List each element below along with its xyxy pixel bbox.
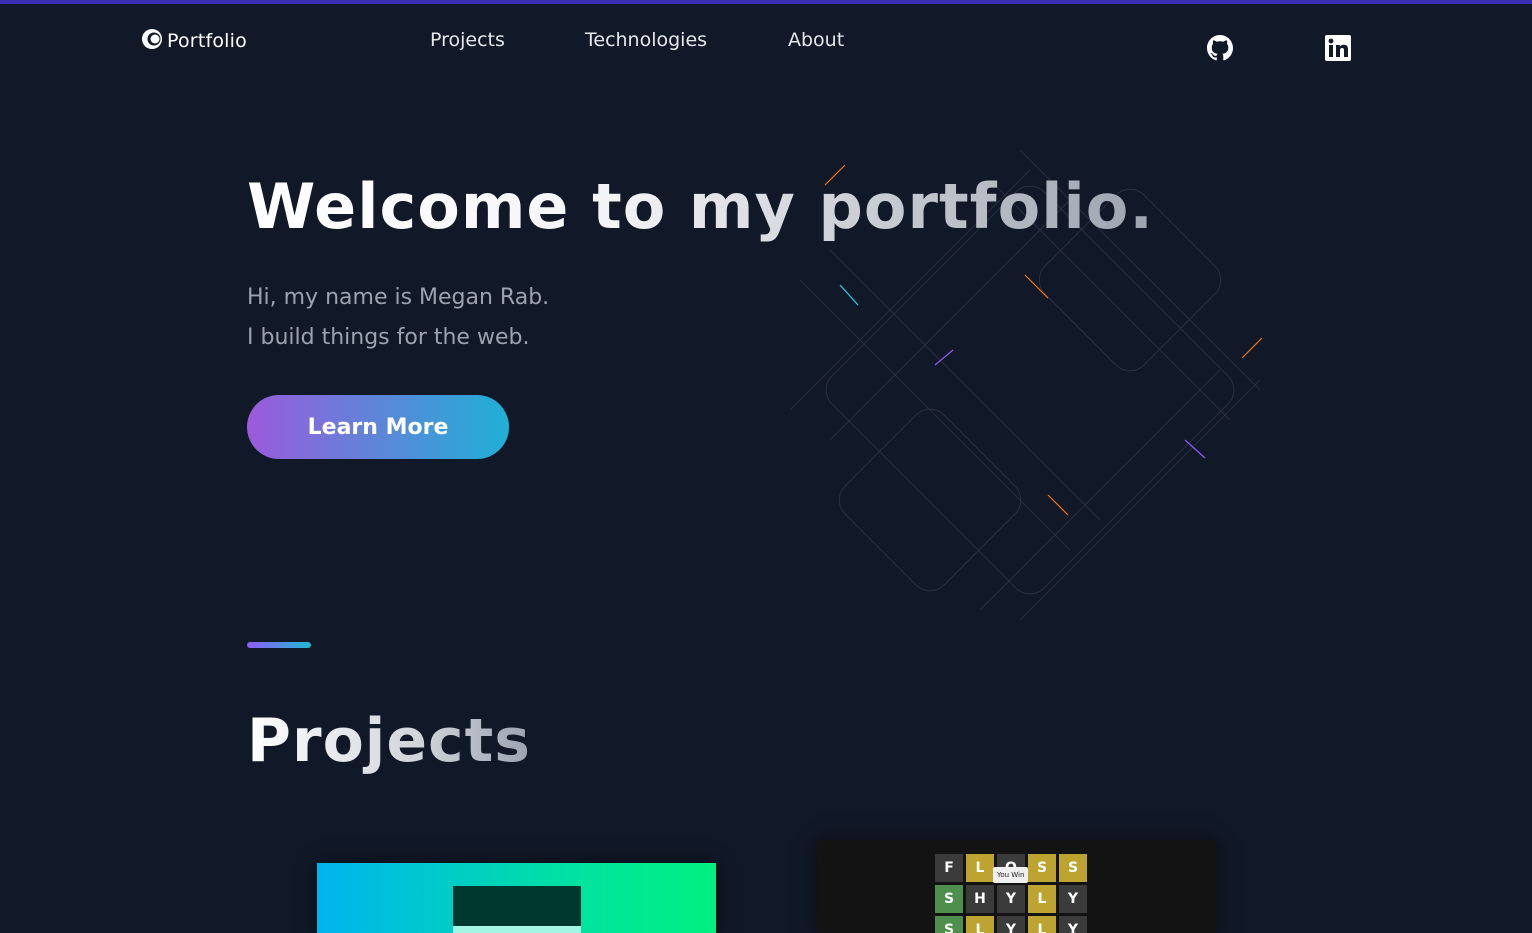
project-thumbnail-panel [453, 886, 581, 926]
word-tile: Y [1059, 885, 1087, 913]
word-tile: S [935, 885, 963, 913]
project-thumbnail-strip [453, 926, 581, 933]
github-icon [1207, 35, 1233, 65]
word-tile: S [935, 916, 963, 933]
hero-tagline: I build things for the web. [247, 325, 530, 350]
word-tile: Y [997, 916, 1025, 933]
word-tile: L [966, 854, 994, 882]
nav-technologies[interactable]: Technologies [585, 29, 707, 51]
you-win-popup: You Win [993, 867, 1029, 883]
word-tile: L [1028, 916, 1056, 933]
logo-text: Portfolio [167, 30, 247, 52]
logo[interactable]: Portfolio [141, 28, 247, 54]
hero-title: Welcome to my portfolio. [247, 170, 1154, 243]
projects-heading: Projects [247, 706, 532, 776]
word-tile: Y [997, 885, 1025, 913]
section-divider [247, 642, 311, 648]
learn-more-button[interactable]: Learn More [247, 395, 509, 459]
word-tile: Y [1059, 916, 1087, 933]
hero-intro-line: Hi, my name is Megan Rab. [247, 285, 550, 310]
word-tile: L [1028, 885, 1056, 913]
word-tile: H [966, 885, 994, 913]
nav-about[interactable]: About [788, 29, 844, 51]
word-tile: S [1059, 854, 1087, 882]
project-card-1[interactable] [317, 863, 716, 933]
top-accent-bar [0, 0, 1532, 4]
nav-projects[interactable]: Projects [430, 29, 505, 51]
linkedin-icon [1325, 35, 1351, 65]
project-card-2[interactable]: FLOSSSHYLYSLYLY You Win [817, 840, 1216, 933]
word-tile: S [1028, 854, 1056, 882]
github-link[interactable] [1207, 35, 1233, 61]
word-tile: F [935, 854, 963, 882]
circle-logo-icon [141, 28, 163, 54]
linkedin-link[interactable] [1325, 35, 1351, 61]
word-tile: L [966, 916, 994, 933]
